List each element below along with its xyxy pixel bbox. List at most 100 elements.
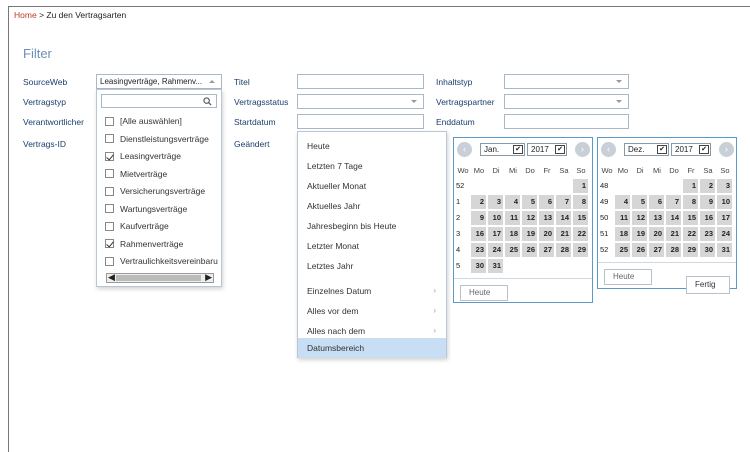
checkbox[interactable] [105, 116, 114, 126]
horizontal-scrollbar[interactable]: ◀ ▶ [106, 272, 214, 283]
date-menu-item[interactable]: Aktuelles Jahr [298, 196, 446, 216]
day-cell[interactable]: 7 [666, 195, 681, 209]
day-cell[interactable]: 16 [471, 227, 486, 241]
day-cell[interactable]: 11 [505, 211, 520, 225]
checklist-item[interactable]: Vertraulichkeitsvereinbaru [105, 254, 218, 268]
checklist-item[interactable]: Versicherungsverträge [105, 184, 205, 198]
checkbox[interactable] [105, 204, 114, 213]
scroll-left-icon[interactable]: ◀ [108, 272, 115, 283]
day-cell[interactable]: 7 [556, 195, 571, 209]
month-select-end[interactable]: Dez. ✔ [624, 143, 669, 156]
startdatum-input[interactable] [297, 114, 424, 129]
day-cell[interactable]: 22 [573, 227, 588, 241]
day-cell[interactable]: 17 [488, 227, 503, 241]
day-cell[interactable]: 4 [505, 195, 520, 209]
day-cell[interactable]: 2 [471, 195, 486, 209]
day-cell[interactable]: 20 [539, 227, 554, 241]
day-cell[interactable]: 24 [717, 227, 732, 241]
day-cell[interactable]: 8 [683, 195, 698, 209]
day-cell[interactable]: 27 [539, 243, 554, 257]
prev-month-icon[interactable]: ‹ [457, 142, 472, 157]
scroll-right-icon[interactable]: ▶ [205, 272, 212, 283]
day-cell[interactable]: 5 [522, 195, 537, 209]
day-cell[interactable]: 23 [471, 243, 486, 257]
day-cell[interactable]: 2 [700, 179, 715, 193]
breadcrumb-home-link[interactable]: Home [14, 10, 37, 20]
checklist-item[interactable]: Dienstleistungsverträge [105, 132, 209, 146]
day-cell[interactable]: 6 [539, 195, 554, 209]
day-cell[interactable]: 31 [488, 259, 503, 273]
day-cell[interactable]: 21 [666, 227, 681, 241]
checklist-item[interactable]: Leasingverträge [105, 149, 181, 163]
day-cell[interactable]: 12 [632, 211, 647, 225]
inhaltstyp-select[interactable] [504, 74, 629, 89]
day-cell[interactable]: 30 [700, 243, 715, 257]
day-cell[interactable]: 14 [666, 211, 681, 225]
day-cell[interactable]: 30 [471, 259, 486, 273]
day-cell[interactable]: 3 [488, 195, 503, 209]
next-month-icon[interactable]: › [719, 142, 734, 157]
date-menu-item[interactable]: Alles vor dem › [298, 301, 446, 321]
day-cell[interactable]: 24 [488, 243, 503, 257]
checkbox[interactable] [105, 169, 114, 178]
day-cell[interactable]: 25 [505, 243, 520, 257]
day-cell[interactable]: 25 [615, 243, 630, 257]
day-cell[interactable]: 28 [666, 243, 681, 257]
day-cell[interactable]: 5 [632, 195, 647, 209]
day-cell[interactable]: 10 [717, 195, 732, 209]
day-cell[interactable]: 15 [573, 211, 588, 225]
date-menu-item[interactable]: Aktueller Monat [298, 176, 446, 196]
day-cell[interactable]: 20 [649, 227, 664, 241]
enddatum-input[interactable] [504, 114, 629, 129]
date-menu-item[interactable]: Jahresbeginn bis Heute [298, 216, 446, 236]
today-button-end[interactable]: Heute [604, 269, 652, 285]
day-cell[interactable]: 27 [649, 243, 664, 257]
checkbox[interactable] [105, 256, 114, 266]
day-cell[interactable]: 8 [573, 195, 588, 209]
day-cell[interactable]: 19 [632, 227, 647, 241]
checklist-item[interactable]: Kaufverträge [105, 219, 169, 233]
today-button-start[interactable]: Heute [460, 285, 508, 301]
day-cell[interactable]: 23 [700, 227, 715, 241]
checklist-item[interactable]: [Alle auswählen] [105, 114, 182, 128]
day-cell[interactable]: 31 [717, 243, 732, 257]
year-select-end[interactable]: 2017 ✔ [671, 143, 711, 156]
checklist-item[interactable]: Wartungsverträge [105, 202, 187, 216]
scroll-thumb[interactable] [116, 275, 201, 281]
day-cell[interactable]: 10 [488, 211, 503, 225]
day-cell[interactable]: 6 [649, 195, 664, 209]
day-cell[interactable]: 28 [556, 243, 571, 257]
month-select-start[interactable]: Jan. ✔ [480, 143, 525, 156]
checkbox[interactable] [105, 186, 114, 196]
date-menu-item[interactable]: Letztes Jahr [298, 256, 446, 276]
day-cell[interactable]: 26 [522, 243, 537, 257]
day-cell[interactable]: 1 [573, 179, 588, 193]
day-cell[interactable]: 9 [471, 211, 486, 225]
done-button[interactable]: Fertig [686, 276, 730, 294]
day-cell[interactable]: 21 [556, 227, 571, 241]
checkbox-checked[interactable] [105, 239, 114, 248]
day-cell[interactable]: 13 [649, 211, 664, 225]
date-menu-item[interactable]: Heute [298, 136, 446, 156]
year-select-start[interactable]: 2017 ✔ [527, 143, 567, 156]
titel-input[interactable] [297, 74, 424, 89]
dropdown-search-input[interactable] [101, 94, 217, 108]
checklist-item[interactable]: Mietverträge [105, 167, 167, 181]
prev-month-icon[interactable]: ‹ [601, 142, 616, 157]
sourceweb-select[interactable]: Leasingverträge, Rahmenv... [96, 74, 222, 89]
next-month-icon[interactable]: › [575, 142, 590, 157]
day-cell[interactable]: 13 [539, 211, 554, 225]
day-cell[interactable]: 9 [700, 195, 715, 209]
day-cell[interactable]: 17 [717, 211, 732, 225]
checkbox[interactable] [105, 134, 114, 143]
date-menu-item[interactable]: Einzelnes Datum › [298, 281, 446, 301]
vertragspartner-select[interactable] [504, 94, 629, 109]
day-cell[interactable]: 19 [522, 227, 537, 241]
day-cell[interactable]: 15 [683, 211, 698, 225]
vertragsstatus-select[interactable] [297, 94, 424, 109]
day-cell[interactable]: 18 [505, 227, 520, 241]
day-cell[interactable]: 4 [615, 195, 630, 209]
date-menu-item[interactable]: Letzter Monat [298, 236, 446, 256]
day-cell[interactable]: 29 [573, 243, 588, 257]
day-cell[interactable]: 14 [556, 211, 571, 225]
